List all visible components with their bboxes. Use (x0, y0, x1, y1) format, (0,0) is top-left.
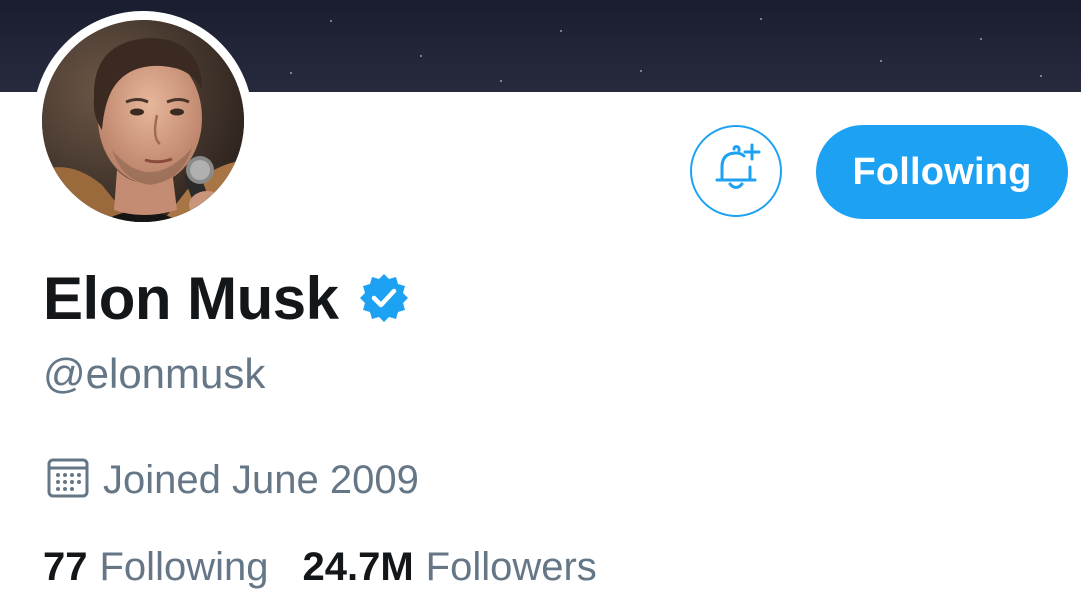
followers-stat-label: Followers (425, 544, 597, 589)
following-stat-label: Following (99, 544, 269, 589)
avatar[interactable] (42, 20, 244, 222)
following-button[interactable]: Following (816, 125, 1068, 219)
banner-star (500, 80, 502, 82)
following-stat-link[interactable]: 77 Following (43, 545, 268, 590)
follow-stats: 77 Following 24.7M Followers (43, 540, 631, 594)
banner-star (330, 20, 332, 22)
profile-page: Following Elon Musk @elonmusk Joined Jun… (0, 0, 1081, 614)
name-row: Elon Musk (43, 262, 411, 334)
banner-star (880, 60, 882, 62)
banner-star (1040, 75, 1042, 77)
followers-count: 24.7M (302, 544, 414, 589)
joined-date-row: Joined June 2009 (45, 455, 419, 505)
followers-stat-link[interactable]: 24.7M Followers (302, 545, 596, 590)
banner-star (760, 18, 762, 20)
username-handle: @elonmusk (43, 350, 266, 397)
banner-star (640, 70, 642, 72)
joined-date-text: Joined June 2009 (103, 457, 419, 502)
following-count: 77 (43, 544, 88, 589)
banner-star (560, 30, 562, 32)
verified-badge-icon (357, 271, 411, 325)
bell-plus-icon (708, 141, 764, 202)
avatar-frame (33, 11, 253, 231)
banner-star (980, 38, 982, 40)
avatar-image (42, 20, 244, 222)
notifications-toggle-button[interactable] (690, 125, 782, 217)
calendar-icon (45, 455, 91, 506)
banner-star (290, 72, 292, 74)
display-name: Elon Musk (43, 264, 339, 332)
banner-star (420, 55, 422, 57)
